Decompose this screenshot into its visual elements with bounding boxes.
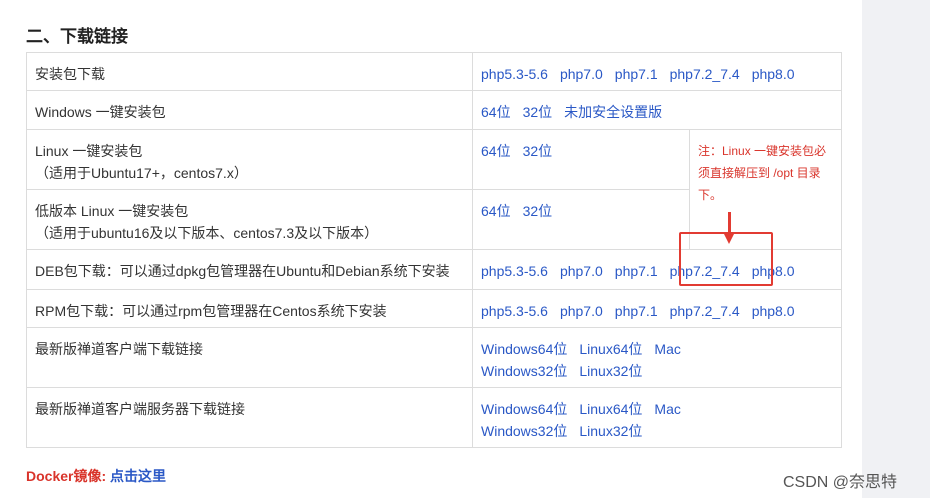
row-label: DEB包下载：可以通过dpkg包管理器在Ubuntu和Debian系统下安装 [26, 249, 473, 290]
table-row: Windows 一键安装包 64位 32位 未加安全设置版 [26, 90, 842, 130]
section-heading: 二、下载链接 [26, 27, 128, 46]
download-link[interactable]: Linux32位 [579, 363, 642, 379]
link-line: Windows64位 Linux64位 Mac [481, 398, 833, 420]
annotation-arrow [728, 212, 731, 234]
row-links: 64位 32位 [472, 129, 690, 190]
download-link[interactable]: Mac [654, 341, 680, 357]
table-row: RPM包下载：可以通过rpm包管理器在Centos系统下安装 php5.3-5.… [26, 289, 842, 328]
row-links: php5.3-5.6 php7.0 php7.1 php7.2_7.4 php8.0 [472, 249, 842, 290]
row-label: 最新版禅道客户端服务器下载链接 [26, 387, 473, 448]
download-link[interactable]: php7.1 [615, 303, 658, 319]
download-link[interactable]: php8.0 [752, 66, 795, 82]
row-links: 64位 32位 [472, 189, 690, 250]
download-link[interactable]: php7.0 [560, 303, 603, 319]
download-link[interactable]: php7.0 [560, 66, 603, 82]
link-line: Windows32位 Linux32位 [481, 360, 833, 382]
row-links: Windows64位 Linux64位 Mac Windows32位 Linux32位 [472, 327, 842, 388]
content-card: 二、下载链接 安装包下载 php5.3-5.6 php7.0 php7.1 php7.… [0, 0, 862, 498]
download-link[interactable]: php7.2_7.4 [670, 66, 740, 82]
row-label-line: （适用于ubuntu16及以下版本、centos7.3及以下版本） [35, 225, 379, 241]
download-link[interactable]: 64位 [481, 143, 511, 159]
table-row: 最新版禅道客户端服务器下载链接 Windows64位 Linux64位 Mac Wi… [26, 387, 842, 448]
docker-label: Docker镜像: [26, 468, 107, 484]
download-link[interactable]: 未加安全设置版 [564, 104, 662, 120]
download-link[interactable]: Linux64位 [579, 341, 642, 357]
table-row: 安装包下载 php5.3-5.6 php7.0 php7.1 php7.2_7.4 ph… [26, 52, 842, 91]
download-link[interactable]: 32位 [523, 143, 553, 159]
table-row: Linux 一键安装包 （适用于Ubuntu17+，centos7.x） 64位… [26, 129, 842, 250]
row-label-line: 低版本 Linux 一键安装包 [35, 203, 189, 219]
download-link[interactable]: php7.1 [615, 66, 658, 82]
row-label: 低版本 Linux 一键安装包 （适用于ubuntu16及以下版本、centos… [26, 189, 473, 250]
download-link[interactable]: Windows32位 [481, 363, 567, 379]
row-links: php5.3-5.6 php7.0 php7.1 php7.2_7.4 php8.0 [472, 52, 842, 91]
download-link[interactable]: 64位 [481, 104, 511, 120]
download-link[interactable]: 64位 [481, 203, 511, 219]
row-links: php5.3-5.6 php7.0 php7.1 php7.2_7.4 php8.0 [472, 289, 842, 328]
download-link[interactable]: Mac [654, 401, 680, 417]
download-link[interactable]: php8.0 [752, 303, 795, 319]
download-link[interactable]: 32位 [523, 104, 553, 120]
row-label: Windows 一键安装包 [26, 90, 473, 130]
download-link[interactable]: Linux32位 [579, 423, 642, 439]
download-link[interactable]: php7.1 [615, 263, 658, 279]
row-links: Windows64位 Linux64位 Mac Windows32位 Linux32位 [472, 387, 842, 448]
download-link[interactable]: Windows32位 [481, 423, 567, 439]
download-link[interactable]: 32位 [523, 203, 553, 219]
row-label: 安装包下载 [26, 52, 473, 91]
download-link[interactable]: php7.2_7.4 [670, 303, 740, 319]
download-link[interactable]: Linux64位 [579, 401, 642, 417]
row-label-line: （适用于Ubuntu17+，centos7.x） [35, 165, 248, 181]
download-link[interactable]: Windows64位 [481, 401, 567, 417]
row-label: RPM包下载：可以通过rpm包管理器在Centos系统下安装 [26, 289, 473, 328]
download-link[interactable]: php5.3-5.6 [481, 303, 548, 319]
download-link[interactable]: php5.3-5.6 [481, 66, 548, 82]
row-label: Linux 一键安装包 （适用于Ubuntu17+，centos7.x） [26, 129, 473, 190]
link-line: Windows32位 Linux32位 [481, 420, 833, 442]
row-label: 最新版禅道客户端下载链接 [26, 327, 473, 388]
row-label-line: Linux 一键安装包 [35, 143, 143, 159]
download-link[interactable]: php5.3-5.6 [481, 263, 548, 279]
download-link[interactable]: Windows64位 [481, 341, 567, 357]
link-line: Windows64位 Linux64位 Mac [481, 338, 833, 360]
annotation-highlight-box [679, 232, 773, 286]
watermark: CSDN @奈思特 [783, 474, 898, 491]
table-row: 最新版禅道客户端下载链接 Windows64位 Linux64位 Mac Windo… [26, 327, 842, 388]
download-link[interactable]: php7.0 [560, 263, 603, 279]
docker-line: Docker镜像: 点击这里 [26, 466, 178, 486]
docker-link[interactable]: 点击这里 [110, 468, 166, 484]
row-links: 64位 32位 未加安全设置版 [472, 90, 842, 130]
